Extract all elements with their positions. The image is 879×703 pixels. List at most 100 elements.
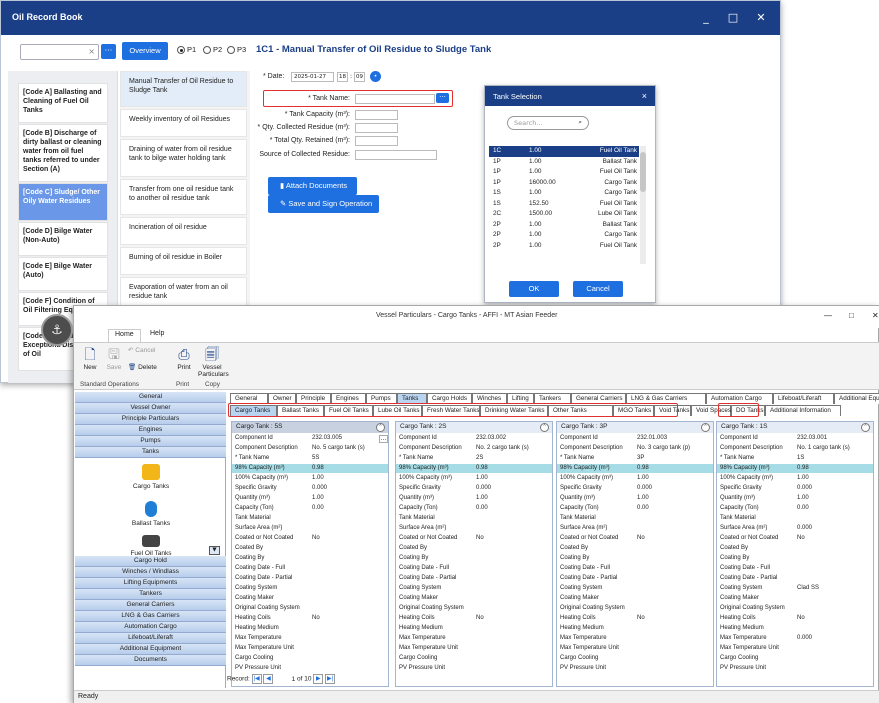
field-row[interactable]: PV Pressure Unit	[396, 664, 552, 673]
more-options-button[interactable]: ···	[101, 44, 116, 59]
field-row[interactable]: Coating Date - Full	[557, 564, 713, 573]
tank-name-input[interactable]	[355, 94, 435, 104]
field-row[interactable]: Coated By	[232, 544, 388, 553]
tank-row[interactable]: 1P 1.00 Fuel Oil Tank	[489, 167, 639, 178]
field-row[interactable]: Coating Date - Full	[232, 564, 388, 573]
field-row[interactable]: Component Id 232.03.005	[232, 434, 388, 443]
field-row[interactable]: Coating By	[557, 554, 713, 563]
field-row[interactable]: Coating Date - Full	[717, 564, 873, 573]
field-value[interactable]: 1S	[797, 455, 804, 461]
field-row[interactable]: Coated or Not Coated No	[232, 534, 388, 543]
tank-row[interactable]: 1S 1.00 Cargo Tank	[489, 188, 639, 199]
collapse-icon[interactable]: ⌃	[861, 422, 870, 432]
field-row[interactable]: Cargo Cooling	[232, 654, 388, 663]
field-row[interactable]: Capacity (Ton) 0.00	[232, 504, 388, 513]
field-value[interactable]: No	[312, 535, 320, 541]
field-row[interactable]: Coating By	[717, 554, 873, 563]
radio-p3[interactable]: P3	[227, 45, 246, 55]
field-row[interactable]: Coating Date - Full	[396, 564, 552, 573]
field-value[interactable]: 1.00	[637, 475, 649, 481]
field-row[interactable]: 98% Capacity (m³) 0.98	[396, 464, 552, 473]
collapse-icon[interactable]: ⌃	[540, 422, 549, 432]
field-row[interactable]: Coating Date - Partial	[232, 574, 388, 583]
field-value[interactable]: No. 1 cargo tank (s)	[797, 445, 850, 451]
field-row[interactable]: Max Temperature Unit	[717, 644, 873, 653]
field-row[interactable]: Coated By	[396, 544, 552, 553]
field-row[interactable]: Original Coating System	[717, 604, 873, 613]
field-value[interactable]: No. 5 cargo tank (s)	[312, 445, 365, 451]
first-record-icon[interactable]: |◀	[251, 674, 262, 684]
field-value[interactable]: 232.03.002	[476, 435, 506, 441]
field-value[interactable]: 0.00	[637, 505, 649, 511]
field-value[interactable]: No	[637, 535, 645, 541]
field-value[interactable]: 1.00	[312, 495, 324, 501]
tank-list-scrollbar[interactable]	[640, 146, 646, 264]
field-row[interactable]: Coated By	[557, 544, 713, 553]
code-item-a[interactable]: [Code A] Ballasting and Cleaning of Fuel…	[18, 83, 108, 123]
field-row[interactable]: Heating Coils No	[396, 614, 552, 623]
field-row[interactable]: Quantity (m³) 1.00	[232, 494, 388, 503]
field-row[interactable]: Cargo Cooling	[557, 654, 713, 663]
code-item-b[interactable]: [Code B] Discharge of dirty ballast or c…	[18, 124, 108, 182]
collapse-icon[interactable]: ⌃	[376, 422, 385, 432]
field-row[interactable]: Specific Gravity 0.000	[717, 484, 873, 493]
field-row[interactable]: Coating Maker	[717, 594, 873, 603]
field-row[interactable]: Original Coating System	[232, 604, 388, 613]
time-picker-icon[interactable]: •	[370, 71, 381, 82]
close-icon[interactable]: ×	[642, 91, 647, 101]
field-row[interactable]: Heating Medium	[232, 624, 388, 633]
field-value[interactable]: Clad SS	[797, 585, 819, 591]
save-sign-button[interactable]: ✎ Save and Sign Operation	[268, 195, 379, 213]
cancel-button[interactable]: Cancel	[573, 281, 623, 297]
field-value[interactable]: 232.03.005	[312, 435, 342, 441]
next-record-icon[interactable]: ▶	[313, 674, 324, 684]
field-row[interactable]: Specific Gravity 0.000	[557, 484, 713, 493]
field-row[interactable]: Coated By	[717, 544, 873, 553]
operation-item[interactable]: Weekly inventory of oil Residues	[120, 109, 247, 137]
field-row[interactable]: Coating Maker	[232, 594, 388, 603]
ok-button[interactable]: OK	[509, 281, 559, 297]
field-row[interactable]: Coating By	[396, 554, 552, 563]
field-row[interactable]: Coating Date - Partial	[717, 574, 873, 583]
field-row[interactable]: Coated or Not Coated No	[396, 534, 552, 543]
tank-row[interactable]: 2P 1.00 Cargo Tank	[489, 230, 639, 241]
tank-row[interactable]: 1P 16000.00 Cargo Tank	[489, 178, 639, 189]
field-value[interactable]: 2S	[476, 455, 483, 461]
field-row[interactable]: * Tank Name 3P	[557, 454, 713, 463]
field-row[interactable]: Tank Material	[232, 514, 388, 523]
field-value[interactable]: 232.01.003	[637, 435, 667, 441]
field-row[interactable]: Coating System Clad SS	[717, 584, 873, 593]
tank-row[interactable]: 2C 1500.00 Lube Oil Tank	[489, 209, 639, 220]
field-row[interactable]: Coating Date - Partial	[557, 574, 713, 583]
lookup-button[interactable]: …	[379, 435, 388, 443]
field-row[interactable]: PV Pressure Unit	[717, 664, 873, 673]
field-row[interactable]: Heating Medium	[396, 624, 552, 633]
current-record[interactable]: 1	[275, 676, 296, 683]
field-row[interactable]: Cargo Cooling	[396, 654, 552, 663]
overview-button[interactable]: Overview	[122, 42, 168, 60]
field-row[interactable]: 100% Capacity (m³) 1.00	[232, 474, 388, 483]
operation-item[interactable]: Transfer from one oil residue tank to an…	[120, 179, 247, 215]
tank-row[interactable]: 1C 1.00 Fuel Oil Tank	[489, 146, 639, 157]
field-row[interactable]: Tank Material	[717, 514, 873, 523]
minimize-icon[interactable]: _	[696, 8, 716, 28]
field-value[interactable]: 0.00	[312, 505, 324, 511]
radio-p2[interactable]: P2	[203, 45, 222, 55]
field-value[interactable]: No. 3 cargo tank (p)	[637, 445, 690, 451]
clear-icon[interactable]: ×	[88, 47, 95, 56]
field-value[interactable]: 0.000	[797, 525, 812, 531]
field-row[interactable]: PV Pressure Unit	[232, 664, 388, 673]
field-row[interactable]: Coated or Not Coated No	[557, 534, 713, 543]
field-row[interactable]: * Tank Name 2S	[396, 454, 552, 463]
attach-documents-button[interactable]: ▮ Attach Documents	[268, 177, 357, 195]
last-record-icon[interactable]: ▶|	[325, 674, 336, 684]
field-value[interactable]: 0.00	[797, 505, 809, 511]
field-row[interactable]: Specific Gravity 0.000	[232, 484, 388, 493]
field-row[interactable]: Surface Area (m²)	[557, 524, 713, 533]
field-value[interactable]: 0.000	[637, 485, 652, 491]
field-value[interactable]: 0.98	[312, 465, 324, 471]
field-value[interactable]: 0.000	[476, 485, 491, 491]
field-row[interactable]: Surface Area (m²) 0.000	[717, 524, 873, 533]
field-row[interactable]: Capacity (Ton) 0.00	[396, 504, 552, 513]
code-item-e[interactable]: [Code E] Bilge Water (Auto)	[18, 257, 108, 291]
